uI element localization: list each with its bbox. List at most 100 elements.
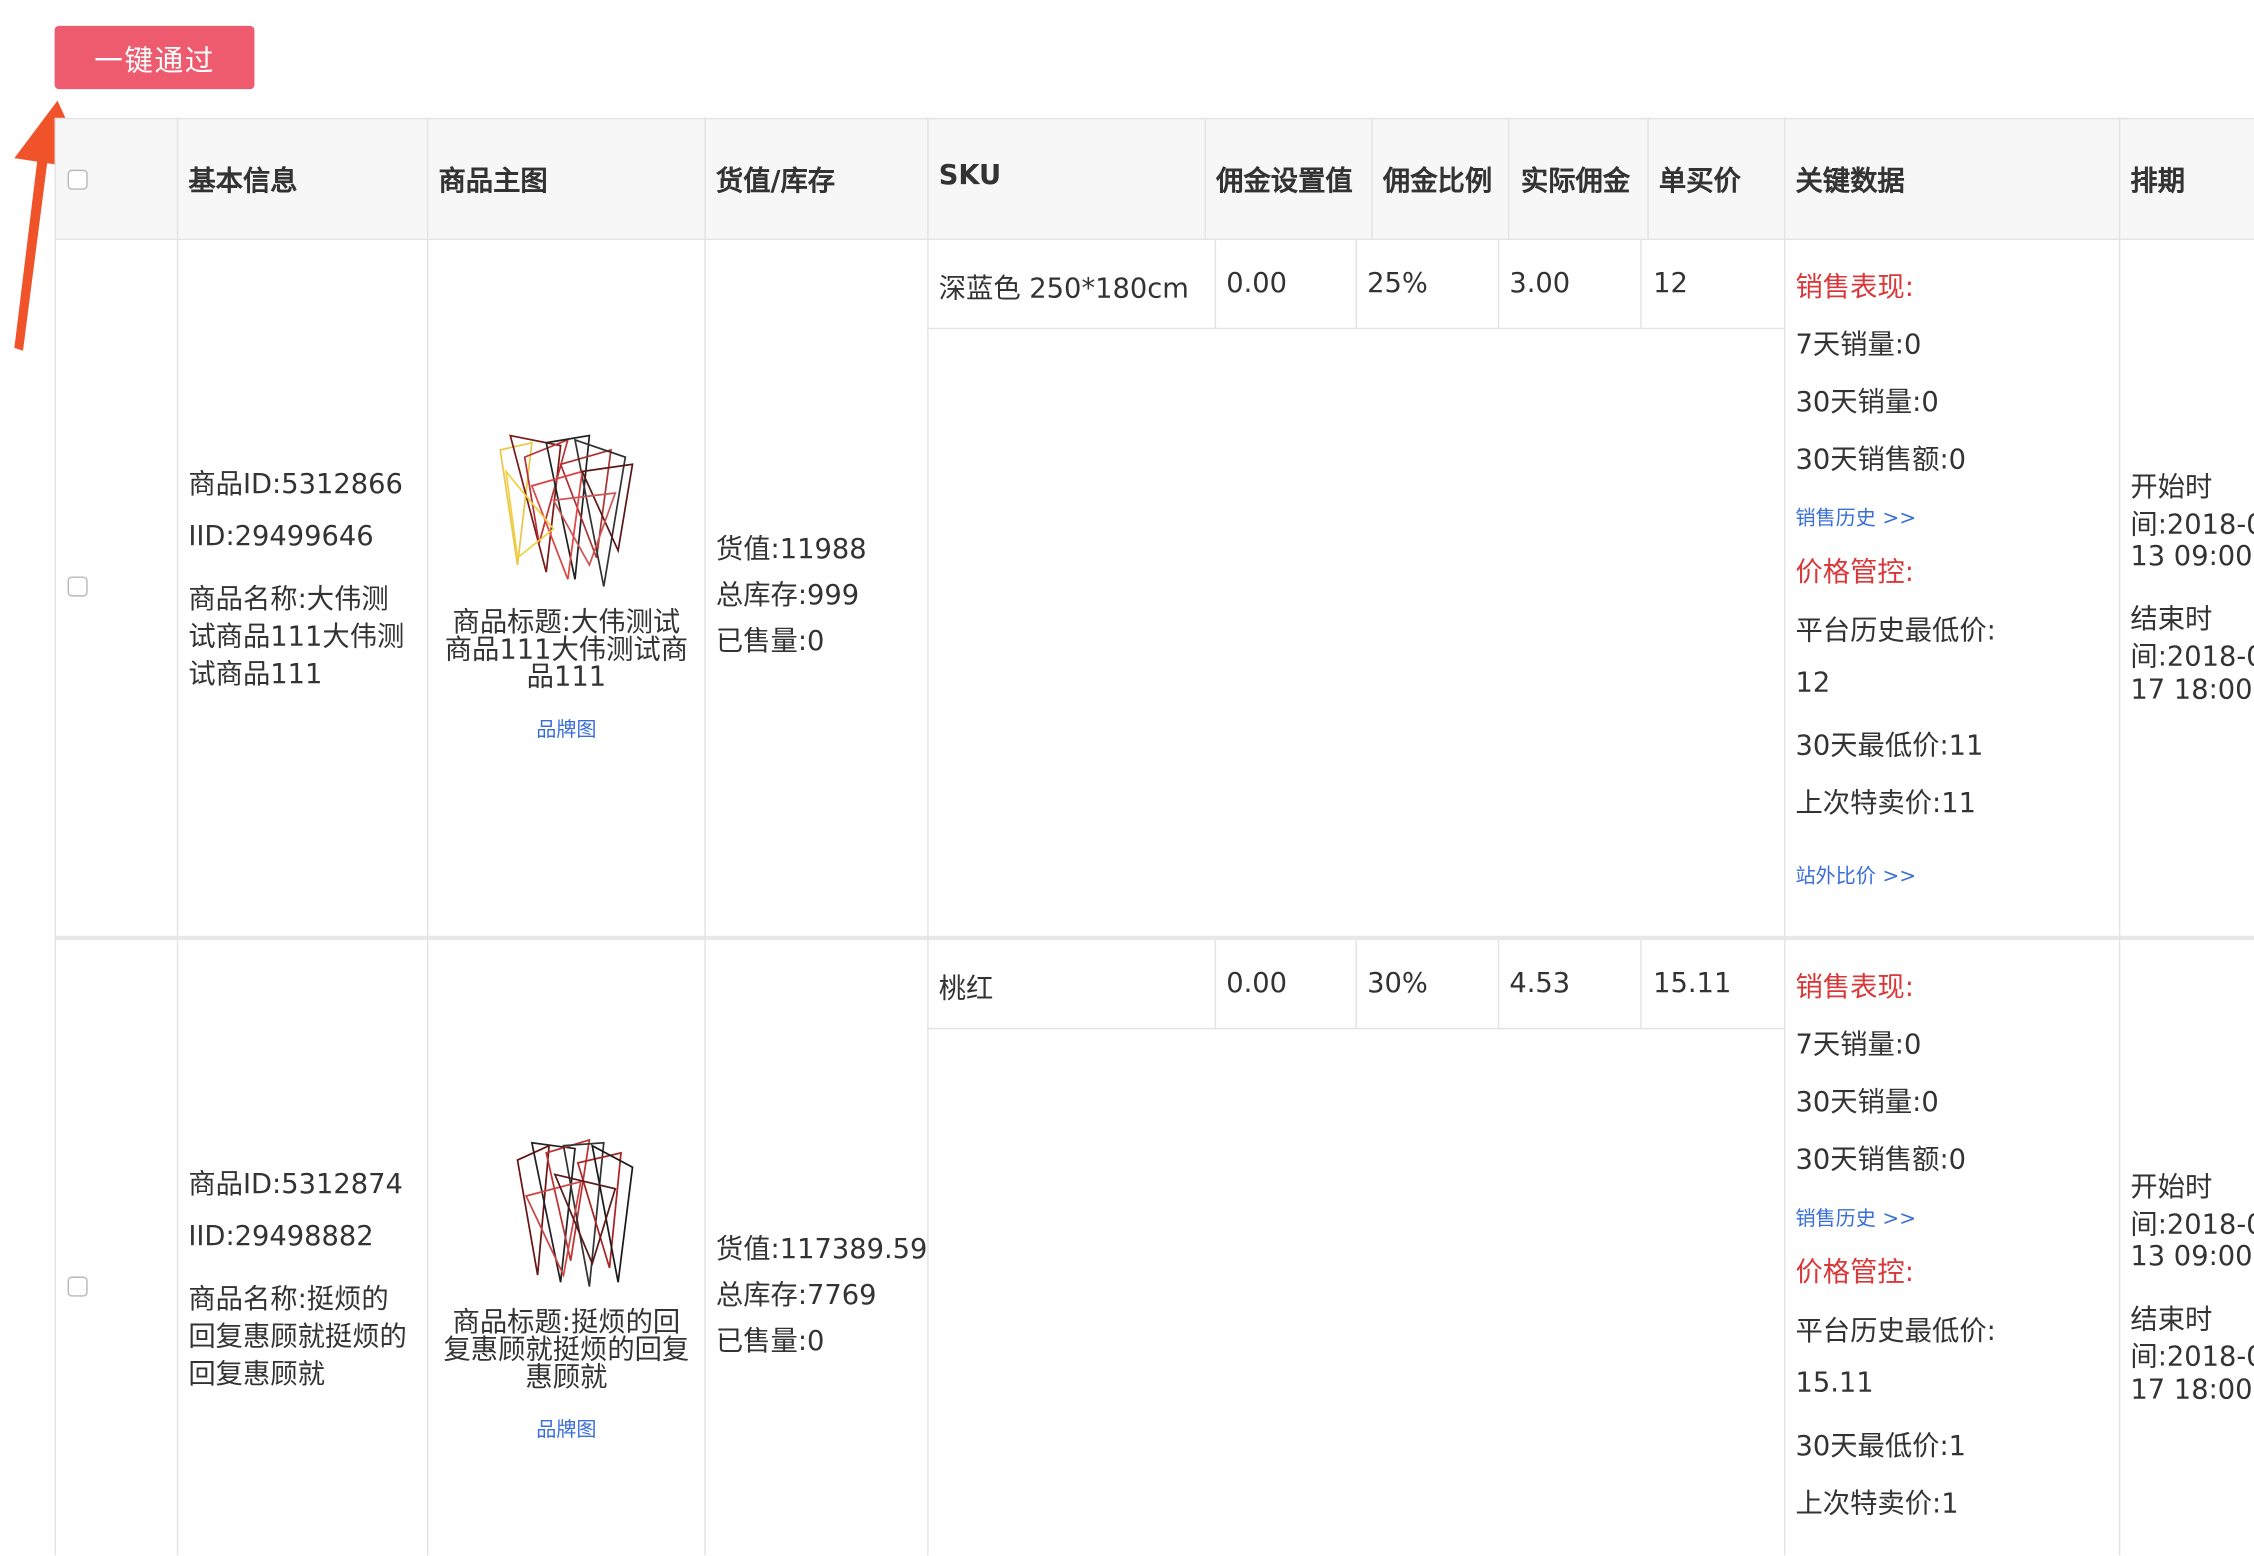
- col-divider: [1640, 238, 1642, 328]
- sales-title: 销售表现:: [1795, 271, 1914, 304]
- total-stock: 总库存:999: [715, 579, 860, 611]
- page-canvas: 一键通过 基本信息 商品主图 货值/库存 SKU 佣金设置值 佣金比例 实际佣金…: [0, 0, 2254, 1556]
- sales-history-link[interactable]: 销售历史 >>: [1795, 503, 1916, 532]
- schedule-start-line: 开始时: [2130, 471, 2213, 504]
- sales-title: 销售表现:: [1795, 971, 1914, 1004]
- header-sku: SKU: [938, 159, 1002, 192]
- external-compare-link[interactable]: 站外比价 >>: [1795, 861, 1916, 890]
- goods-value: 货值:11988: [715, 533, 867, 565]
- sku-actual-commission: 3.00: [1509, 267, 1571, 299]
- header-basic: 基本信息: [188, 165, 298, 197]
- row-divider: [54, 935, 2254, 941]
- sku-name: 桃红: [938, 973, 994, 1005]
- product-id: 商品ID:5312866: [188, 468, 403, 501]
- image-title-line: 品111: [526, 661, 607, 693]
- col-divider: [1214, 238, 1217, 328]
- platform-low-label: 平台历史最低价:: [1795, 1315, 1996, 1347]
- sales-amount-30d: 30天销售额:0: [1795, 444, 1967, 476]
- pass-all-button[interactable]: 一键通过: [54, 25, 255, 90]
- select-all-checkbox[interactable]: [67, 169, 88, 190]
- col-divider: [54, 117, 57, 1556]
- schedule-end-line: 结束时: [2130, 603, 2213, 636]
- last-special-price: 上次特卖价:1: [1795, 1487, 1959, 1520]
- sku-commission-ratio: 30%: [1367, 967, 1428, 1000]
- price-title: 价格管控:: [1795, 556, 1914, 588]
- image-title-line: 惠顾就: [525, 1361, 608, 1393]
- sku-actual-commission: 4.53: [1509, 967, 1571, 1000]
- header-actual-commission: 实际佣金: [1520, 165, 1631, 197]
- product-name-line: 商品名称:挺烦的: [188, 1283, 389, 1316]
- header-image: 商品主图: [438, 165, 548, 197]
- product-thumbnail: [499, 434, 634, 587]
- col-divider: [1355, 940, 1357, 1028]
- col-divider: [927, 117, 929, 1556]
- row-divider: [54, 238, 2254, 241]
- schedule-start-line: 13 09:00:0: [2130, 540, 2254, 573]
- sales-amount-30d: 30天销售额:0: [1795, 1144, 1967, 1176]
- product-name-line: 回复惠顾就: [188, 1358, 325, 1391]
- sku-commission-setting: 0.00: [1226, 267, 1288, 299]
- product-name-line: 试商品111大伟测: [188, 621, 405, 653]
- sales-30d: 30天销量:0: [1795, 386, 1939, 419]
- col-divider: [1497, 940, 1500, 1028]
- col-divider: [1647, 117, 1649, 239]
- col-divider: [1507, 117, 1510, 239]
- sku-row-divider: [927, 1027, 1784, 1030]
- product-name-line: 回复惠顾就挺烦的: [188, 1321, 407, 1353]
- schedule-end-line: 间:2018-0: [2130, 641, 2254, 673]
- header-commission-setting: 佣金设置值: [1216, 165, 1353, 197]
- price-title: 价格管控:: [1795, 1256, 1914, 1288]
- sku-name: 深蓝色 250*180cm: [938, 273, 1189, 305]
- product-iid: IID:29499646: [188, 520, 374, 552]
- sku-single-price: 15.11: [1653, 967, 1732, 1000]
- product-name-line: 商品名称:大伟测: [188, 583, 389, 616]
- col-divider: [426, 117, 429, 1556]
- last-special-price: 上次特卖价:11: [1795, 787, 1976, 820]
- product-iid: IID:29498882: [188, 1220, 374, 1253]
- table-header: [54, 117, 2254, 239]
- col-divider: [1214, 940, 1217, 1028]
- col-divider: [1640, 940, 1642, 1028]
- header-value-stock: 货值/库存: [715, 165, 836, 197]
- col-divider: [2118, 117, 2121, 1556]
- schedule-end-line: 17 18:00:0: [2130, 674, 2254, 706]
- col-divider: [1497, 238, 1500, 328]
- col-divider: [176, 117, 179, 1556]
- product-thumbnail: [516, 1138, 634, 1287]
- total-stock: 总库存:7769: [715, 1279, 877, 1311]
- product-name-line: 试商品111: [188, 658, 323, 690]
- sales-30d: 30天销量:0: [1795, 1086, 1939, 1119]
- col-divider: [1204, 117, 1207, 239]
- brand-image-link[interactable]: 品牌图: [536, 1415, 596, 1444]
- header-schedule: 排期: [2130, 165, 2186, 197]
- schedule-start-line: 间:2018-0: [2130, 1208, 2254, 1241]
- row-checkbox[interactable]: [67, 1276, 88, 1297]
- col-divider: [1371, 117, 1373, 239]
- row-checkbox[interactable]: [67, 576, 88, 597]
- goods-value: 货值:117389.59: [715, 1233, 928, 1265]
- schedule-end-line: 结束时: [2130, 1303, 2213, 1336]
- sold-count: 已售量:0: [715, 1325, 825, 1357]
- platform-low-value: 15.11: [1795, 1367, 1874, 1399]
- schedule-start-line: 13 09:00:0: [2130, 1240, 2254, 1273]
- sku-commission-ratio: 25%: [1367, 267, 1428, 299]
- product-id: 商品ID:5312874: [188, 1168, 403, 1201]
- header-commission-ratio: 佣金比例: [1382, 165, 1493, 197]
- col-divider: [1783, 117, 1786, 1556]
- sku-commission-setting: 0.00: [1226, 967, 1288, 1000]
- sales-7d: 7天销量:0: [1795, 1029, 1922, 1061]
- schedule-start-line: 开始时: [2130, 1171, 2213, 1204]
- schedule-end-line: 17 18:00:0: [2130, 1374, 2254, 1406]
- brand-image-link[interactable]: 品牌图: [536, 714, 596, 743]
- sales-7d: 7天销量:0: [1795, 329, 1922, 361]
- header-key-data: 关键数据: [1795, 165, 1905, 197]
- platform-low-value: 12: [1795, 667, 1831, 699]
- col-divider: [704, 117, 706, 1556]
- sku-single-price: 12: [1653, 267, 1688, 299]
- low-30d: 30天最低价:1: [1795, 1430, 1967, 1462]
- col-divider: [1355, 238, 1357, 328]
- sku-row-divider: [927, 327, 1784, 330]
- low-30d: 30天最低价:11: [1795, 730, 1984, 762]
- sales-history-link[interactable]: 销售历史 >>: [1795, 1203, 1916, 1232]
- platform-low-label: 平台历史最低价:: [1795, 615, 1996, 647]
